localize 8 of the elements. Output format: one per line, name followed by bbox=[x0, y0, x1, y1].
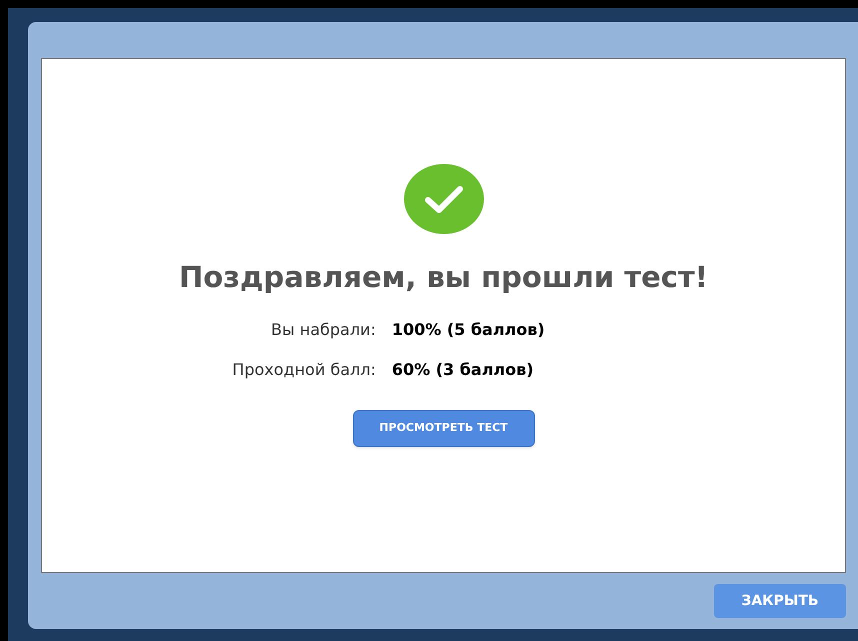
close-button[interactable]: ЗАКРЫТЬ bbox=[714, 584, 846, 618]
review-test-button[interactable]: ПРОСМОТРЕТЬ ТЕСТ bbox=[352, 410, 534, 446]
result-title: Поздравляем, вы прошли тест! bbox=[178, 259, 708, 296]
check-icon bbox=[404, 164, 484, 234]
score-label: Проходной балл: bbox=[232, 358, 376, 380]
score-value: 60% (3 баллов) bbox=[392, 358, 535, 380]
score-label: Вы набрали: bbox=[270, 318, 376, 340]
score-value: 100% (5 баллов) bbox=[392, 318, 545, 340]
